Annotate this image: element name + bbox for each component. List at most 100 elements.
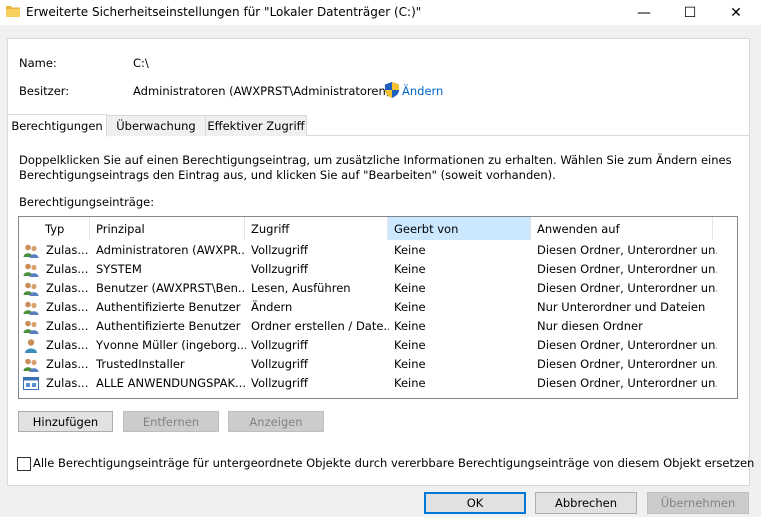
users-icon xyxy=(23,358,39,372)
cell-geerbt: Keine xyxy=(394,243,426,257)
close-button[interactable]: ✕ xyxy=(713,0,759,25)
cell-typ: Zulas... xyxy=(46,357,89,371)
description-line-2: Berechtigungseintrags den Eintrag aus, u… xyxy=(19,168,556,182)
cell-typ: Zulas... xyxy=(46,262,89,276)
column-header-zugriff[interactable]: Zugriff xyxy=(245,217,388,240)
minimize-icon: — xyxy=(637,4,651,21)
title-bar: Erweiterte Sicherheitseinstellungen für … xyxy=(0,0,761,25)
tab-label: Überwachung xyxy=(116,119,196,133)
minimize-button[interactable]: — xyxy=(621,0,667,25)
app-package-icon xyxy=(23,377,39,390)
column-header-anwenden-auf[interactable]: Anwenden auf xyxy=(531,217,713,240)
remove-button[interactable]: Entfernen xyxy=(123,411,219,432)
column-header-geerbt-von[interactable]: Geerbt von xyxy=(388,217,531,240)
column-label: Geerbt von xyxy=(394,221,459,236)
owner-value: Administratoren (AWXPRST\Administratoren… xyxy=(133,84,391,98)
cell-typ: Zulas... xyxy=(46,319,89,333)
cell-zugriff: Ändern xyxy=(251,300,293,314)
close-icon: ✕ xyxy=(730,4,742,21)
cell-prinzipal: SYSTEM xyxy=(96,262,142,276)
view-button[interactable]: Anzeigen xyxy=(228,411,324,432)
uac-shield-icon xyxy=(385,82,399,98)
cell-typ: Zulas... xyxy=(46,300,89,314)
name-label: Name: xyxy=(19,56,57,70)
cell-anwenden: Nur diesen Ordner xyxy=(537,319,643,333)
users-icon xyxy=(23,263,39,277)
table-row[interactable]: Zulas... Benutzer (AWXPRST\Ben... Lesen, A… xyxy=(19,279,737,298)
column-header-prinzipal[interactable]: Prinzipal xyxy=(90,217,245,240)
users-icon xyxy=(23,282,39,296)
cell-zugriff: Vollzugriff xyxy=(251,357,308,371)
folder-icon xyxy=(6,6,20,17)
description-line-1: Doppelklicken Sie auf einen Berechtigung… xyxy=(19,153,732,167)
cell-prinzipal: Yvonne Müller (ingeborg... xyxy=(96,338,246,352)
ok-button[interactable]: OK xyxy=(424,492,526,514)
cell-prinzipal: Authentifizierte Benutzer xyxy=(96,319,241,333)
cell-prinzipal: Administratoren (AWXPR... xyxy=(96,243,246,257)
column-label: Prinzipal xyxy=(96,221,145,236)
entries-label: Berechtigungseinträge: xyxy=(19,195,155,209)
column-label: Zugriff xyxy=(251,221,290,236)
tab-effective-access[interactable]: Effektiver Zugriff xyxy=(205,115,307,136)
cell-anwenden: Diesen Ordner, Unterordner un... xyxy=(537,262,717,276)
change-owner-link[interactable]: Ändern xyxy=(402,84,443,98)
cell-geerbt: Keine xyxy=(394,281,426,295)
table-row[interactable]: Zulas... Authentifizierte Benutzer Ordner … xyxy=(19,317,737,336)
cell-typ: Zulas... xyxy=(46,243,89,257)
table-row[interactable]: Zulas... TrustedInstaller Vollzugriff Keine… xyxy=(19,355,737,374)
cell-geerbt: Keine xyxy=(394,357,426,371)
cancel-button[interactable]: Abbrechen xyxy=(535,492,637,514)
tab-label: Berechtigungen xyxy=(11,119,103,133)
user-icon xyxy=(25,339,37,353)
cell-prinzipal: Authentifizierte Benutzer xyxy=(96,300,241,314)
cell-anwenden: Diesen Ordner, Unterordner un... xyxy=(537,376,717,390)
users-icon xyxy=(23,320,39,334)
cell-geerbt: Keine xyxy=(394,319,426,333)
window-title: Erweiterte Sicherheitseinstellungen für … xyxy=(26,5,422,19)
cell-zugriff: Ordner erstellen / Date... xyxy=(251,319,389,333)
cell-prinzipal: Benutzer (AWXPRST\Ben... xyxy=(96,281,246,295)
cell-typ: Zulas... xyxy=(46,376,89,390)
column-header-typ[interactable]: Typ xyxy=(39,217,90,240)
cell-prinzipal: TrustedInstaller xyxy=(96,357,185,371)
tab-permissions[interactable]: Berechtigungen xyxy=(7,114,107,137)
tab-label: Effektiver Zugriff xyxy=(207,119,305,133)
maximize-icon: ☐ xyxy=(683,4,697,21)
table-row[interactable]: Zulas... Yvonne Müller (ingeborg... Vollzu… xyxy=(19,336,737,355)
name-value: C:\ xyxy=(133,56,149,70)
column-label: Typ xyxy=(45,221,65,236)
table-row[interactable]: Zulas... Authentifizierte Benutzer Ändern K… xyxy=(19,298,737,317)
cell-anwenden: Diesen Ordner, Unterordner un... xyxy=(537,338,717,352)
cell-geerbt: Keine xyxy=(394,376,426,390)
owner-label: Besitzer: xyxy=(19,84,70,98)
maximize-button[interactable]: ☐ xyxy=(667,0,713,25)
replace-permissions-checkbox[interactable] xyxy=(17,457,31,471)
replace-permissions-label: Alle Berechtigungseinträge für untergeor… xyxy=(33,456,755,470)
cell-zugriff: Vollzugriff xyxy=(251,338,308,352)
users-icon xyxy=(23,244,39,258)
cell-prinzipal: ALLE ANWENDUNGSPAK... xyxy=(96,376,246,390)
column-label: Anwenden auf xyxy=(537,221,620,236)
users-icon xyxy=(23,301,39,315)
cell-zugriff: Vollzugriff xyxy=(251,376,308,390)
cell-zugriff: Lesen, Ausführen xyxy=(251,281,351,295)
cell-geerbt: Keine xyxy=(394,338,426,352)
add-button[interactable]: Hinzufügen xyxy=(18,411,113,432)
cell-anwenden: Diesen Ordner, Unterordner un... xyxy=(537,357,717,371)
cell-anwenden: Diesen Ordner, Unterordner un... xyxy=(537,281,717,295)
table-row[interactable]: Zulas... ALLE ANWENDUNGSPAK... Vollzugriff… xyxy=(19,374,737,393)
cell-zugriff: Vollzugriff xyxy=(251,262,308,276)
cell-typ: Zulas... xyxy=(46,338,89,352)
cell-anwenden: Nur Unterordner und Dateien xyxy=(537,300,706,314)
cell-anwenden: Diesen Ordner, Unterordner un... xyxy=(537,243,717,257)
cell-zugriff: Vollzugriff xyxy=(251,243,308,257)
table-row[interactable]: Zulas... Administratoren (AWXPR... Vollzug… xyxy=(19,241,737,260)
cell-geerbt: Keine xyxy=(394,300,426,314)
cell-typ: Zulas... xyxy=(46,281,89,295)
list-header: Typ Prinzipal Zugriff Geerbt von Anwende… xyxy=(19,217,737,240)
tab-auditing[interactable]: Überwachung xyxy=(106,115,206,136)
cell-geerbt: Keine xyxy=(394,262,426,276)
permission-entries-list[interactable]: Typ Prinzipal Zugriff Geerbt von Anwende… xyxy=(18,216,738,399)
apply-button[interactable]: Übernehmen xyxy=(647,492,749,514)
table-row[interactable]: Zulas... SYSTEM Vollzugriff Keine Diesen Ord… xyxy=(19,260,737,279)
